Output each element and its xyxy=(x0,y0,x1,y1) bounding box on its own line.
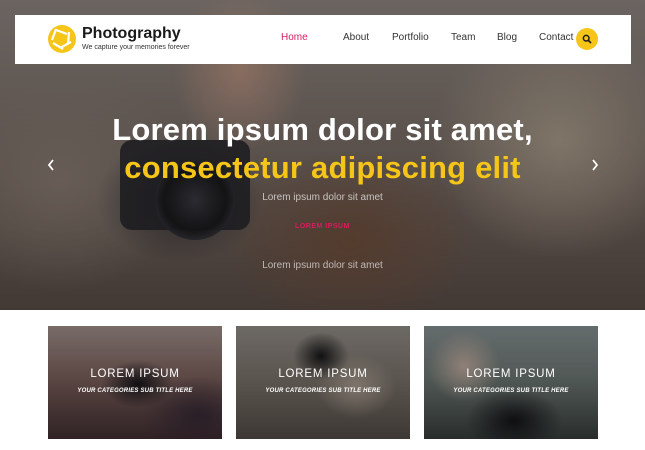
card-subtitle: YOUR CATEGORIES SUB TITLE HERE xyxy=(77,388,193,394)
main-nav: Home About Portfolio Team Blog Contact xyxy=(281,32,573,46)
card-overlay xyxy=(48,326,222,439)
hero-subtitle: Lorem ipsum dolor sit amet xyxy=(262,192,383,203)
nav-item-home[interactable]: Home xyxy=(281,32,343,46)
nav-item-blog[interactable]: Blog xyxy=(497,32,539,46)
card-overlay xyxy=(424,326,598,439)
card-subtitle: YOUR CATEGORIES SUB TITLE HERE xyxy=(453,388,569,394)
card-subtitle: YOUR CATEGORIES SUB TITLE HERE xyxy=(265,388,381,394)
nav-item-team[interactable]: Team xyxy=(451,32,497,46)
nav-item-contact[interactable]: Contact xyxy=(539,32,573,46)
card-overlay xyxy=(236,326,410,439)
slider-next-button[interactable] xyxy=(587,158,603,176)
brand-tagline: We capture your memories forever xyxy=(82,44,190,51)
aperture-icon[interactable] xyxy=(47,24,77,54)
brand-title[interactable]: Photography xyxy=(82,25,181,43)
chevron-left-icon xyxy=(47,159,54,171)
category-card-1[interactable]: LOREM IPSUM YOUR CATEGORIES SUB TITLE HE… xyxy=(48,326,222,439)
site-header: Photography We capture your memories for… xyxy=(15,15,631,64)
category-card-3[interactable]: LOREM IPSUM YOUR CATEGORIES SUB TITLE HE… xyxy=(424,326,598,439)
nav-item-about[interactable]: About xyxy=(343,32,392,46)
slider-prev-button[interactable] xyxy=(43,158,59,176)
card-title: LOREM IPSUM xyxy=(466,368,556,380)
chevron-right-icon xyxy=(592,159,599,171)
hero-link[interactable]: LOREM IPSUM xyxy=(0,223,645,230)
nav-item-portfolio[interactable]: Portfolio xyxy=(392,32,451,46)
hero-subtitle-2: Lorem ipsum dolor sit amet xyxy=(262,260,383,271)
category-card-2[interactable]: LOREM IPSUM YOUR CATEGORIES SUB TITLE HE… xyxy=(236,326,410,439)
card-title: LOREM IPSUM xyxy=(90,368,180,380)
search-button[interactable] xyxy=(576,28,598,50)
hero-title-line2: consectetur adipiscing elit xyxy=(124,150,521,185)
hero-title-line1: Lorem ipsum dolor sit amet, xyxy=(112,112,533,147)
search-icon xyxy=(582,34,592,44)
card-title: LOREM IPSUM xyxy=(278,368,368,380)
